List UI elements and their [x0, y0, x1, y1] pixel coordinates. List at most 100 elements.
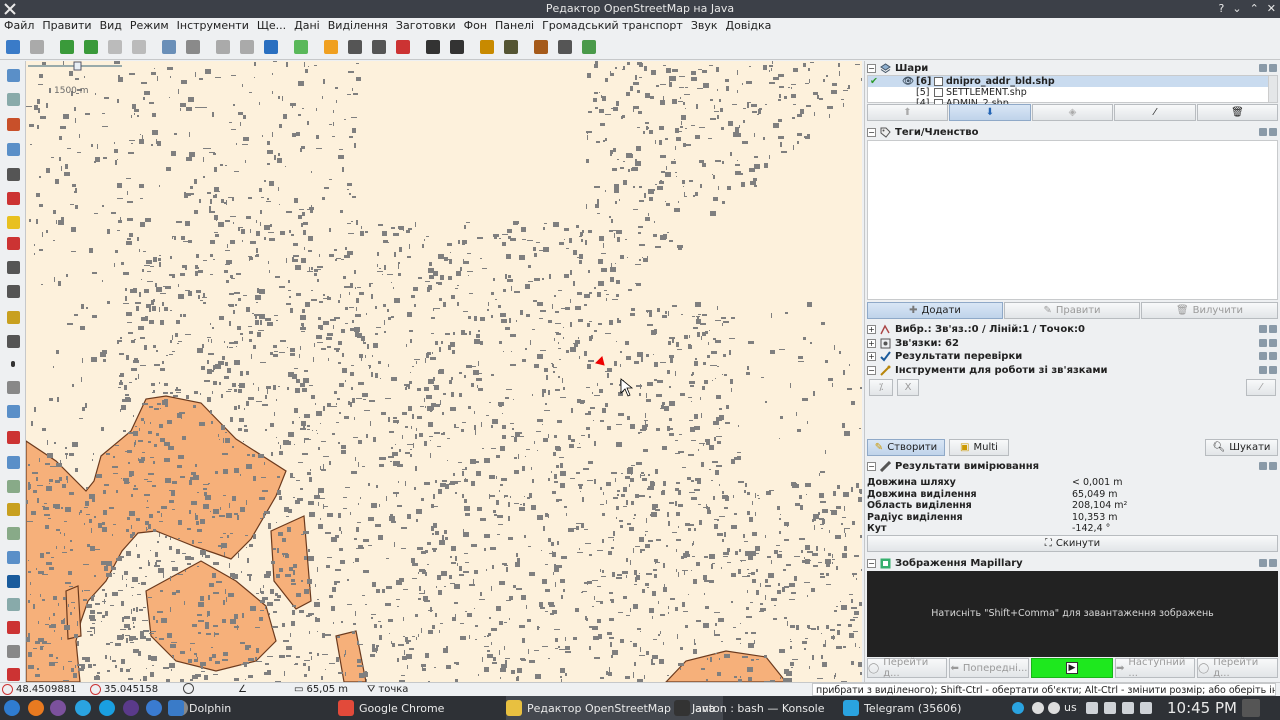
multi-button[interactable]: ▣ Multi — [949, 439, 1009, 456]
panel-close-icon[interactable] — [1269, 325, 1277, 333]
menu-item-12[interactable]: Звук — [687, 18, 722, 34]
merge-layer-button[interactable]: ◈ — [1032, 104, 1113, 121]
maximize-icon[interactable]: ⌃ — [1250, 0, 1259, 18]
open-button[interactable] — [2, 36, 24, 58]
panel-close-icon[interactable] — [1269, 64, 1277, 72]
visibility-icon[interactable]: 👁 — [902, 76, 914, 87]
layer-list-scrollbar[interactable] — [1268, 76, 1277, 102]
industry-button[interactable] — [554, 36, 576, 58]
delete-layer-button[interactable]: 🗑 — [1197, 104, 1278, 121]
refresh-button[interactable] — [260, 36, 282, 58]
menu-item-3[interactable]: Режим — [126, 18, 173, 34]
redo-button[interactable] — [128, 36, 150, 58]
updates-icon[interactable] — [1140, 702, 1152, 714]
panel-close-icon[interactable] — [1269, 339, 1277, 347]
keyboard-layout[interactable]: us — [1064, 696, 1077, 720]
mapillary-viewer[interactable]: Натисніть "Shift+Comma" для завантаження… — [867, 571, 1278, 657]
pencil-tool[interactable] — [3, 307, 23, 327]
show-desktop-icon[interactable] — [1242, 699, 1260, 717]
gpx-tool[interactable] — [3, 281, 23, 301]
restaurant-button[interactable] — [500, 36, 522, 58]
menu-item-7[interactable]: Виділення — [324, 18, 392, 34]
tags-table[interactable] — [867, 140, 1278, 300]
taskbar-app[interactable]: anton : bash — Konsole — [674, 696, 825, 720]
relation-tools-header[interactable]: − Інструменти для роботи зі зв'язками — [867, 364, 1279, 377]
image-tool[interactable] — [3, 523, 23, 543]
filter-tool[interactable] — [3, 594, 23, 614]
relations-header[interactable]: + Зв'язки: 62 — [867, 337, 1279, 350]
validation-header[interactable]: + Результати перевірки — [867, 350, 1279, 363]
reset-measurement-button[interactable]: ⛶ Скинути — [867, 535, 1278, 552]
zoom-slider[interactable] — [26, 61, 126, 71]
lasso-tool[interactable] — [3, 89, 23, 109]
preset-4-button[interactable] — [392, 36, 414, 58]
pause-icon[interactable] — [1032, 702, 1044, 714]
move-layer-down-button[interactable]: ⬇ — [949, 104, 1031, 121]
volume-icon[interactable] — [1122, 702, 1134, 714]
menu-item-10[interactable]: Панелі — [491, 18, 538, 34]
history-tool[interactable] — [3, 476, 23, 496]
help-icon[interactable]: ? — [1219, 0, 1225, 18]
tags-header[interactable]: − Теги/Членство — [867, 126, 1279, 139]
viber-icon[interactable] — [50, 700, 66, 716]
pin-icon[interactable] — [1259, 339, 1267, 347]
pin-icon[interactable] — [1259, 325, 1267, 333]
layers-header[interactable]: − Шари — [867, 62, 1279, 75]
preset-1-button[interactable] — [320, 36, 342, 58]
goto-right-button[interactable]: ◯ Перейти д... — [1197, 657, 1278, 679]
messenger-icon[interactable] — [146, 700, 162, 716]
bus-button[interactable] — [446, 36, 468, 58]
pin-icon[interactable] — [1259, 64, 1267, 72]
skype-icon[interactable] — [99, 700, 115, 716]
menu-item-9[interactable]: Фон — [460, 18, 491, 34]
save-button[interactable] — [26, 36, 48, 58]
warning-button[interactable] — [476, 36, 498, 58]
pin-icon[interactable] — [1259, 128, 1267, 136]
menu-item-5[interactable]: Ще... — [253, 18, 290, 34]
building-tool[interactable] — [3, 331, 23, 351]
next-image-button[interactable]: ➡ Наступний ... — [1115, 657, 1195, 679]
delete-tag-button[interactable]: 🗑 Вилучити — [1141, 302, 1278, 319]
undo-button[interactable] — [104, 36, 126, 58]
collapse-icon[interactable]: − — [867, 366, 876, 375]
clock[interactable]: 10:45 PM — [1167, 696, 1237, 720]
merge-button[interactable] — [236, 36, 258, 58]
menu-item-4[interactable]: Інструменти — [173, 18, 253, 34]
menu-item-11[interactable]: Громадський транспорт — [538, 18, 687, 34]
notes-tool[interactable] — [3, 499, 23, 519]
layer-row[interactable]: [5] SETTLEMENT.shp — [868, 87, 1268, 98]
castle-button[interactable] — [530, 36, 552, 58]
measure-tool[interactable] — [3, 212, 23, 232]
goto-left-button[interactable]: ◯ Перейти д... — [867, 657, 947, 679]
pin-icon[interactable] — [1259, 352, 1267, 360]
collapse-icon[interactable]: − — [867, 462, 876, 471]
menu-item-8[interactable]: Заготовки — [392, 18, 460, 34]
conflict-tool[interactable] — [3, 617, 23, 637]
selection-list-tool[interactable] — [3, 452, 23, 472]
upload-button[interactable] — [80, 36, 102, 58]
car-button[interactable] — [422, 36, 444, 58]
expand-icon[interactable]: + — [867, 352, 876, 361]
expand-icon[interactable]: + — [867, 325, 876, 334]
clipboard-icon[interactable] — [1104, 702, 1116, 714]
bbox-button[interactable] — [290, 36, 312, 58]
record-icon[interactable] — [1048, 702, 1060, 714]
collapse-icon[interactable]: − — [867, 128, 876, 137]
relation-tool-tool[interactable] — [3, 427, 23, 447]
play-button[interactable]: ▶ — [1031, 658, 1113, 678]
layer-visibility-button[interactable]: ⁄ — [1114, 104, 1196, 121]
pin-icon[interactable] — [1259, 559, 1267, 567]
previous-image-button[interactable]: ⬅ Попередні... — [949, 658, 1029, 678]
preferences-button[interactable] — [182, 36, 204, 58]
menu-item-1[interactable]: Правити — [38, 18, 95, 34]
zoom-data-button[interactable] — [158, 36, 180, 58]
validator-tool[interactable] — [3, 571, 23, 591]
draw-tool[interactable] — [3, 114, 23, 134]
commands-tool[interactable] — [3, 547, 23, 567]
taskbar-app[interactable]: Dolphin — [168, 696, 231, 720]
improve-way-tool[interactable] — [3, 188, 23, 208]
panel-close-icon[interactable] — [1269, 352, 1277, 360]
selection-header[interactable]: + Вибр.: Зв'яз.:0 / Ліній:1 / Точок:0 — [867, 323, 1279, 336]
delete-tool[interactable] — [3, 164, 23, 184]
add-tag-button[interactable]: ✚ Додати — [867, 302, 1003, 319]
